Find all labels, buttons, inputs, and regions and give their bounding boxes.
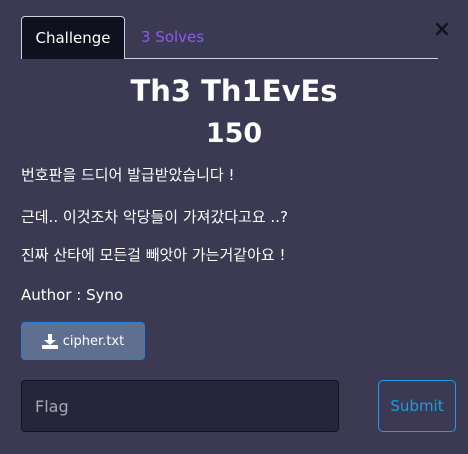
description-line: 번호판을 드디어 발급받았습니다 ! <box>21 166 235 184</box>
tab-solves[interactable]: 3 Solves <box>141 16 204 58</box>
submit-button[interactable]: Submit <box>378 380 456 432</box>
challenge-author: Author : Syno <box>21 286 124 304</box>
challenge-points: 150 <box>205 118 263 149</box>
download-file-button[interactable]: cipher.txt <box>21 322 145 360</box>
description-line: 진짜 산타에 모든걸 빼앗아 가는거같아요 ! <box>21 246 286 264</box>
flag-input[interactable] <box>21 380 339 432</box>
tab-challenge[interactable]: Challenge <box>21 16 125 59</box>
challenge-tabs: Challenge 3 Solves <box>21 16 438 59</box>
challenge-title: Th3 Th1EvEs <box>130 74 338 108</box>
challenge-modal: Challenge 3 Solves × Th3 Th1EvEs 150 번호판… <box>0 0 468 454</box>
file-name-label: cipher.txt <box>62 333 125 349</box>
download-icon <box>41 333 58 349</box>
close-icon[interactable]: × <box>430 18 454 42</box>
description-line: 근데.. 이것조차 악당들이 가져갔다고요 ..? <box>21 208 288 226</box>
